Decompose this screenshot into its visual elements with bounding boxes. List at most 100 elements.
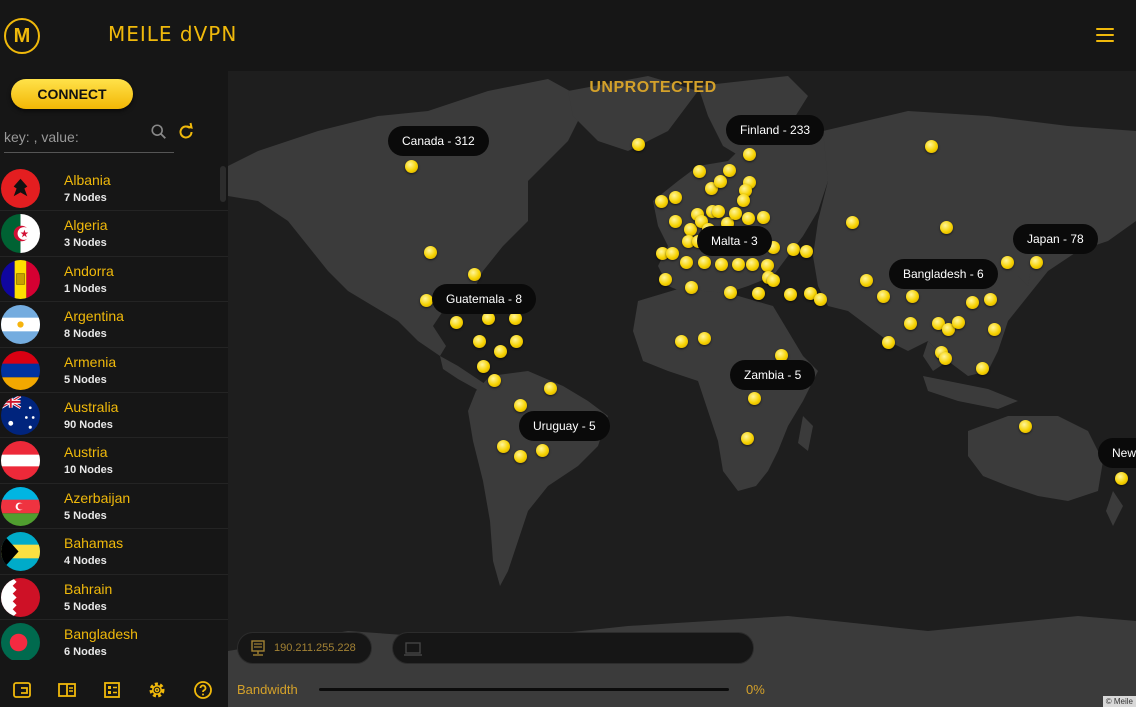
node-location-pin[interactable]	[544, 382, 557, 395]
node-location-pin[interactable]	[477, 360, 490, 373]
node-location-pin[interactable]	[514, 399, 527, 412]
node-location-pin[interactable]	[714, 175, 727, 188]
world-map[interactable]: UNPROTECTED Canada - 312 Finland - 233 M…	[228, 71, 1136, 707]
node-location-pin[interactable]	[724, 286, 737, 299]
subscriptions-icon[interactable]	[102, 680, 122, 700]
node-location-pin[interactable]	[420, 294, 433, 307]
node-location-pin[interactable]	[488, 374, 501, 387]
country-row[interactable]: Andorra 1 Nodes	[0, 257, 228, 303]
node-location-pin[interactable]	[666, 247, 679, 260]
node-location-pin[interactable]	[882, 336, 895, 349]
country-row[interactable]: Australia 90 Nodes	[0, 393, 228, 439]
node-location-pin[interactable]	[715, 258, 728, 271]
country-callout[interactable]: Malta - 3	[697, 226, 772, 256]
country-callout[interactable]: Uruguay - 5	[519, 411, 610, 441]
node-location-pin[interactable]	[723, 164, 736, 177]
node-location-pin[interactable]	[405, 160, 418, 173]
node-location-pin[interactable]	[737, 194, 750, 207]
country-callout[interactable]: Zambia - 5	[730, 360, 816, 390]
node-location-pin[interactable]	[1001, 256, 1014, 269]
node-location-pin[interactable]	[988, 323, 1001, 336]
node-location-pin[interactable]	[742, 212, 755, 225]
node-location-pin[interactable]	[1019, 420, 1032, 433]
node-location-pin[interactable]	[685, 281, 698, 294]
node-location-pin[interactable]	[669, 191, 682, 204]
country-row[interactable]: Bangladesh 6 Nodes	[0, 620, 228, 660]
country-callout[interactable]: Canada - 312	[388, 126, 489, 156]
node-location-pin[interactable]	[741, 432, 754, 445]
node-location-pin[interactable]	[698, 256, 711, 269]
node-location-pin[interactable]	[752, 287, 765, 300]
country-row[interactable]: Albania 7 Nodes	[0, 166, 228, 212]
node-location-pin[interactable]	[787, 243, 800, 256]
andorra-flag-icon	[1, 259, 40, 299]
node-location-pin[interactable]	[743, 148, 756, 161]
top-bar: M MEILE dVPN	[0, 0, 1136, 71]
node-location-pin[interactable]	[494, 345, 507, 358]
country-row[interactable]: Armenia 5 Nodes	[0, 348, 228, 393]
node-location-pin[interactable]	[976, 362, 989, 375]
country-callout[interactable]: Bangladesh - 6	[889, 259, 998, 289]
country-row[interactable]: Azerbaijan 5 Nodes	[0, 484, 228, 530]
node-location-pin[interactable]	[497, 440, 510, 453]
node-location-pin[interactable]	[800, 245, 813, 258]
node-location-pin[interactable]	[940, 221, 953, 234]
node-location-pin[interactable]	[732, 258, 745, 271]
country-row[interactable]: Argentina 8 Nodes	[0, 302, 228, 348]
node-location-pin[interactable]	[514, 450, 527, 463]
node-location-pin[interactable]	[655, 195, 668, 208]
hamburger-menu-icon[interactable]	[1096, 28, 1114, 42]
node-location-pin[interactable]	[814, 293, 827, 306]
node-location-pin[interactable]	[939, 352, 952, 365]
node-location-pin[interactable]	[659, 273, 672, 286]
help-icon[interactable]	[193, 680, 213, 700]
node-location-pin[interactable]	[729, 207, 742, 220]
node-location-pin[interactable]	[904, 317, 917, 330]
node-location-pin[interactable]	[784, 288, 797, 301]
country-list-scrollbar[interactable]	[220, 166, 226, 202]
node-location-pin[interactable]	[748, 392, 761, 405]
country-callout[interactable]: Guatemala - 8	[432, 284, 537, 314]
node-location-pin[interactable]	[632, 138, 645, 151]
country-callout[interactable]: Finland - 233	[726, 115, 825, 145]
refresh-icon[interactable]	[176, 122, 196, 142]
country-callout[interactable]: New	[1098, 438, 1136, 468]
node-location-pin[interactable]	[712, 205, 725, 218]
node-location-pin[interactable]	[906, 290, 919, 303]
node-location-pin[interactable]	[746, 258, 759, 271]
node-location-pin[interactable]	[925, 140, 938, 153]
wallet-icon[interactable]	[12, 680, 32, 700]
plans-icon[interactable]	[57, 680, 77, 700]
node-location-pin[interactable]	[468, 268, 481, 281]
country-row[interactable]: Austria 10 Nodes	[0, 438, 228, 484]
node-location-pin[interactable]	[966, 296, 979, 309]
node-location-pin[interactable]	[984, 293, 997, 306]
country-callout[interactable]: Japan - 78	[1013, 224, 1098, 254]
node-location-pin[interactable]	[952, 316, 965, 329]
settings-gear-icon[interactable]	[147, 680, 167, 700]
country-row[interactable]: Bahrain 5 Nodes	[0, 575, 228, 620]
country-row[interactable]: Bahamas 4 Nodes	[0, 529, 228, 575]
node-location-pin[interactable]	[680, 256, 693, 269]
connect-button[interactable]: CONNECT	[11, 79, 133, 109]
node-location-pin[interactable]	[846, 216, 859, 229]
node-location-pin[interactable]	[877, 290, 890, 303]
node-location-pin[interactable]	[473, 335, 486, 348]
node-location-pin[interactable]	[669, 215, 682, 228]
node-location-pin[interactable]	[698, 332, 711, 345]
node-location-pin[interactable]	[424, 246, 437, 259]
node-location-pin[interactable]	[675, 335, 688, 348]
search-input[interactable]	[4, 127, 144, 147]
node-location-pin[interactable]	[767, 274, 780, 287]
search-icon[interactable]	[150, 123, 168, 141]
country-node-count: 10 Nodes	[64, 464, 113, 477]
node-location-pin[interactable]	[693, 165, 706, 178]
node-location-pin[interactable]	[536, 444, 549, 457]
node-location-pin[interactable]	[1030, 256, 1043, 269]
node-location-pin[interactable]	[450, 316, 463, 329]
node-location-pin[interactable]	[860, 274, 873, 287]
node-location-pin[interactable]	[510, 335, 523, 348]
node-location-pin[interactable]	[757, 211, 770, 224]
node-location-pin[interactable]	[1115, 472, 1128, 485]
country-row[interactable]: Algeria 3 Nodes	[0, 211, 228, 257]
